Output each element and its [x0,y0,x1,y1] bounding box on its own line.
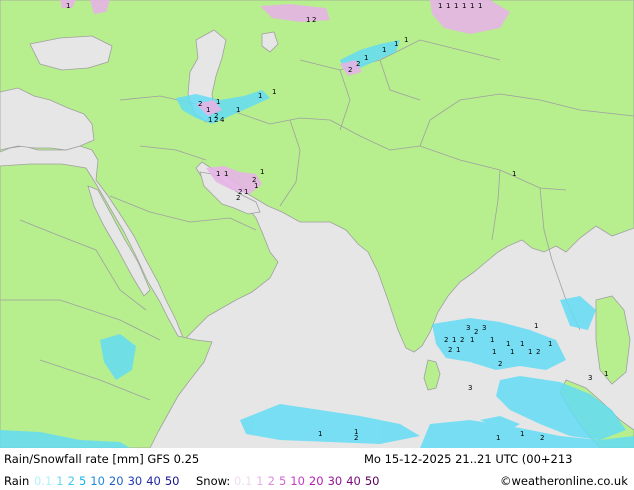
map-number: 2 [448,346,452,354]
map-number: 1 [470,336,474,344]
snow-legend-value: 2 [267,474,275,488]
weather-map: 2 1 2 1 1 1 2 4 1 1 2 2 1 1 1 1 1 1 2 1 … [0,0,634,448]
map-number: 2 [444,336,448,344]
rain-color-ramp: 0.1 1 2 5 10 20 30 40 50 [34,474,183,488]
snow-color-ramp: 0.1 1 2 5 10 20 30 40 50 [234,474,383,488]
map-number: 1 [244,188,248,196]
map-number: 1 [258,92,262,100]
map-number: 3 [466,324,470,332]
map-number: 1 [512,170,516,178]
valid-datetime: Mo 15-12-2025 21..21 UTC (00+213 [364,452,573,466]
map-number: 2 [474,328,478,336]
rain-legend-value: 20 [108,474,124,488]
map-number: 1 [520,430,524,438]
map-number: 1 [208,116,212,124]
map-number: 1 [236,106,240,114]
map-number: 1 [454,2,458,10]
snow-legend-value: 30 [327,474,343,488]
map-number: 1 [446,2,450,10]
rain-legend-value: 50 [164,474,180,488]
rain-legend-value: 30 [127,474,143,488]
map-number: 1 [404,36,408,44]
map-number: 1 [534,322,538,330]
map-number: 1 [260,168,264,176]
rain-label: Rain [4,474,30,488]
rain-legend-value: 40 [146,474,161,488]
map-number: 2 [536,348,540,356]
rain-legend-value: 5 [78,474,87,488]
map-number: 2 [198,100,202,108]
map-number: 1 [604,370,608,378]
map-number: 2 [236,194,240,202]
rain-legend-value: 2 [67,474,75,488]
map-number: 2 [356,60,360,68]
map-number: 1 [438,2,442,10]
map-number: 1 [364,54,368,62]
map-number: 1 [478,2,482,10]
map-number: 1 [382,46,386,54]
rain-legend-value: 1 [56,474,64,488]
map-number: 3 [468,384,472,392]
map-number: 1 [492,348,496,356]
map-number: 2 [214,116,218,124]
map-number: 1 [318,430,322,438]
map-number: 1 [528,348,532,356]
map-number: 3 [482,324,486,332]
map-number: 1 [272,88,276,96]
map-title: Rain/Snowfall rate [mm] GFS 0.25 [4,452,200,466]
map-number: 1 [452,336,456,344]
snow-legend-value: 1 [256,474,264,488]
snow-legend-value: 10 [290,474,305,488]
map-number: 1 [520,340,524,348]
map-number: 1 [510,348,514,356]
map-number: 3 [588,374,592,382]
map-number: 1 [506,340,510,348]
map-number: 1 [306,16,310,24]
map-number: 1 [470,2,474,10]
map-number: 1 [490,336,494,344]
map-number: 1 [216,98,220,106]
map-number: 1 [254,182,258,190]
snow-legend-value: 20 [308,474,324,488]
map-number: 1 [496,434,500,442]
map-number: 2 [312,16,316,24]
copyright: ©weatheronline.co.uk [500,474,628,488]
snow-legend-value: 40 [346,474,361,488]
map-number: 1 [462,2,466,10]
map-number: 1 [456,346,460,354]
legend-panel: Rain/Snowfall rate [mm] GFS 0.25 Mo 15-1… [0,448,634,490]
map-number: 2 [540,434,544,442]
snow-legend-value: 5 [278,474,287,488]
map-number: 1 [206,106,210,114]
snow-legend-value: 0.1 [234,474,253,488]
map-number: 1 [224,170,228,178]
map-number: 2 [354,434,358,442]
rain-legend-value: 0.1 [34,474,53,488]
map-number: 2 [348,66,352,74]
snow-legend-value: 50 [364,474,380,488]
rain-legend-value: 10 [90,474,105,488]
map-number: 1 [394,40,398,48]
map-number: 1 [548,340,552,348]
map-number: 2 [498,360,502,368]
map-number: 2 [460,336,464,344]
snow-label: Snow: [196,474,231,488]
map-number: 1 [66,2,70,10]
map-number: 1 [216,170,220,178]
map-number: 4 [220,116,225,124]
